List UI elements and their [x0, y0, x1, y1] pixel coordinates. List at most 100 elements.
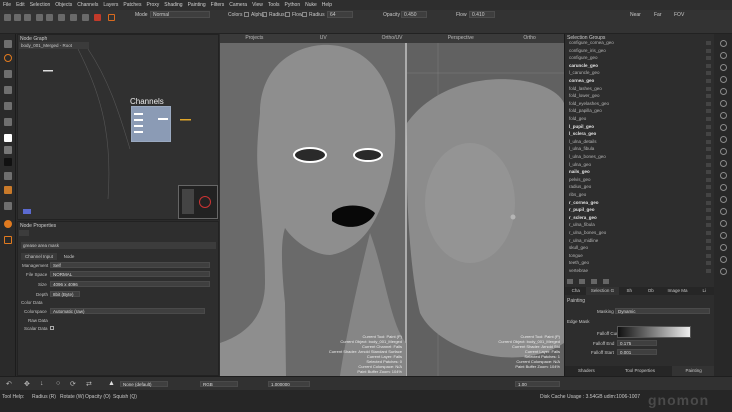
selection-group-item[interactable]: l_ulna_details [569, 139, 597, 144]
visibility-toggle[interactable] [706, 223, 711, 228]
fill-tool-icon[interactable] [4, 186, 12, 194]
eraser-tool-icon[interactable] [4, 70, 12, 78]
tab-objects[interactable]: Ob [640, 287, 661, 295]
tool-icon[interactable] [46, 14, 53, 21]
panel-icon[interactable] [720, 220, 727, 227]
panel-icon[interactable] [720, 256, 727, 263]
visibility-toggle[interactable] [706, 41, 711, 45]
visibility-toggle[interactable] [706, 215, 711, 220]
visibility-toggle[interactable] [706, 79, 711, 83]
visibility-toggle[interactable] [706, 124, 711, 129]
rotate-icon[interactable]: ○ [56, 380, 60, 387]
panel-icon[interactable] [720, 100, 727, 107]
tool-icon[interactable] [58, 14, 65, 21]
panel-icon[interactable] [720, 196, 727, 203]
tab-painting[interactable]: Painting [672, 366, 715, 376]
paint-sphere-icon[interactable] [4, 220, 12, 228]
management-select[interactable]: Self [50, 262, 210, 268]
clone-tool-icon[interactable] [4, 86, 12, 94]
viewport-canvas[interactable] [220, 43, 564, 376]
visibility-toggle[interactable] [706, 238, 711, 243]
panel-icon[interactable] [720, 124, 727, 131]
bg-color-swatch[interactable] [4, 146, 12, 154]
select-tool-icon[interactable] [4, 40, 12, 48]
visibility-toggle[interactable] [706, 193, 711, 197]
color-data-section[interactable]: Color Data [21, 300, 43, 305]
tab-channel-input[interactable]: Channel Input [21, 253, 57, 260]
panel-icon[interactable] [720, 208, 727, 215]
tool-icon[interactable] [14, 14, 21, 21]
depth-select[interactable]: 8bit (Byte) [50, 291, 80, 297]
visibility-toggle[interactable] [706, 147, 711, 152]
selection-group-item[interactable]: vertebrae [569, 268, 588, 273]
tool-icon[interactable] [70, 14, 77, 21]
menu-item[interactable]: Nuke [305, 2, 317, 8]
tab-tool-properties[interactable]: Tool Properties [608, 366, 672, 376]
panel-icon[interactable] [720, 136, 727, 143]
panel-icon[interactable] [720, 148, 727, 155]
size-select[interactable]: 4096 x 4096 [50, 281, 210, 287]
radius2-checkbox[interactable] [302, 12, 307, 17]
selection-group-item[interactable]: r_cornea_geo [569, 200, 599, 205]
selection-group-item[interactable]: configure_iris_geo [569, 48, 606, 53]
menu-item[interactable]: Python [285, 2, 301, 8]
flow-field[interactable]: 0.410 [469, 11, 495, 18]
menu-item[interactable]: File [3, 2, 11, 8]
panel-icon[interactable] [720, 268, 727, 275]
flow-checkbox[interactable] [285, 12, 290, 17]
down-arrow-icon[interactable]: ↓ [40, 380, 44, 387]
colorspace-select[interactable]: RGB [200, 381, 238, 387]
menu-item[interactable]: View [252, 2, 263, 8]
selection-group-item[interactable]: l_pupil_geo [569, 124, 594, 129]
flip-icon[interactable]: ⇄ [86, 380, 92, 388]
tab-node[interactable]: Node [58, 253, 80, 260]
visibility-toggle[interactable] [706, 185, 711, 190]
selection-group-item[interactable]: fold_lower_geo [569, 93, 600, 98]
selection-group-item[interactable]: configure_geo [569, 55, 598, 60]
radius-checkbox[interactable] [262, 12, 267, 17]
graph-node[interactable] [43, 70, 53, 72]
colorspace-select[interactable]: Automatic (raw) [50, 308, 205, 314]
selection-group-item[interactable]: cornea_geo [569, 78, 594, 83]
swap-icon[interactable] [4, 172, 12, 180]
visibility-toggle[interactable] [706, 246, 711, 251]
selection-group-item[interactable]: configure_cornea_geo [569, 40, 614, 45]
tool-icon[interactable] [24, 14, 31, 21]
selection-group-item[interactable]: r_ulna_fibula [569, 222, 595, 227]
tab-uv[interactable]: UV [289, 34, 358, 43]
warning-icon[interactable]: ▲ [108, 380, 115, 387]
graph-node[interactable] [180, 119, 191, 121]
visibility-toggle[interactable] [706, 208, 711, 213]
visibility-toggle[interactable] [706, 48, 711, 53]
visibility-toggle[interactable] [706, 109, 711, 114]
selection-group-item[interactable]: pelvis_geo [569, 177, 591, 182]
value-field[interactable]: 1.00 [515, 381, 560, 387]
blend-mode-select[interactable]: None (default) [120, 381, 168, 387]
settings-icon[interactable] [603, 279, 609, 284]
panel-icon[interactable] [720, 76, 727, 83]
menu-item[interactable]: Help [322, 2, 332, 8]
menu-item[interactable]: Tools [268, 2, 280, 8]
opacity-field[interactable]: 0.450 [401, 11, 427, 18]
panel-icon[interactable] [720, 160, 727, 167]
tab-ortho-uv[interactable]: Ortho/UV [358, 34, 427, 43]
black-color-swatch[interactable] [4, 158, 12, 166]
selection-group-item[interactable]: teeth_geo [569, 260, 589, 265]
selection-group-item[interactable]: nails_geo [569, 169, 590, 174]
tab-ortho[interactable]: Ortho [495, 34, 564, 43]
transform-icon[interactable]: ⟳ [70, 380, 76, 388]
tool-icon[interactable] [36, 14, 43, 21]
visibility-toggle[interactable] [706, 86, 711, 91]
paint-tool-icon[interactable] [108, 14, 115, 21]
tab-shaders[interactable]: Sh [619, 287, 640, 295]
visibility-toggle[interactable] [706, 56, 711, 61]
record-icon[interactable] [94, 14, 101, 21]
selection-group-item[interactable]: l_ulna_bones_geo [569, 154, 606, 159]
visibility-toggle[interactable] [706, 63, 711, 68]
visibility-toggle[interactable] [706, 139, 711, 144]
falloff-curve-gradient[interactable] [617, 326, 691, 338]
visibility-toggle[interactable] [706, 261, 711, 266]
visibility-toggle[interactable] [706, 177, 711, 182]
zoom-field[interactable]: 1.000000 [268, 381, 310, 387]
panel-icon[interactable] [720, 172, 727, 179]
